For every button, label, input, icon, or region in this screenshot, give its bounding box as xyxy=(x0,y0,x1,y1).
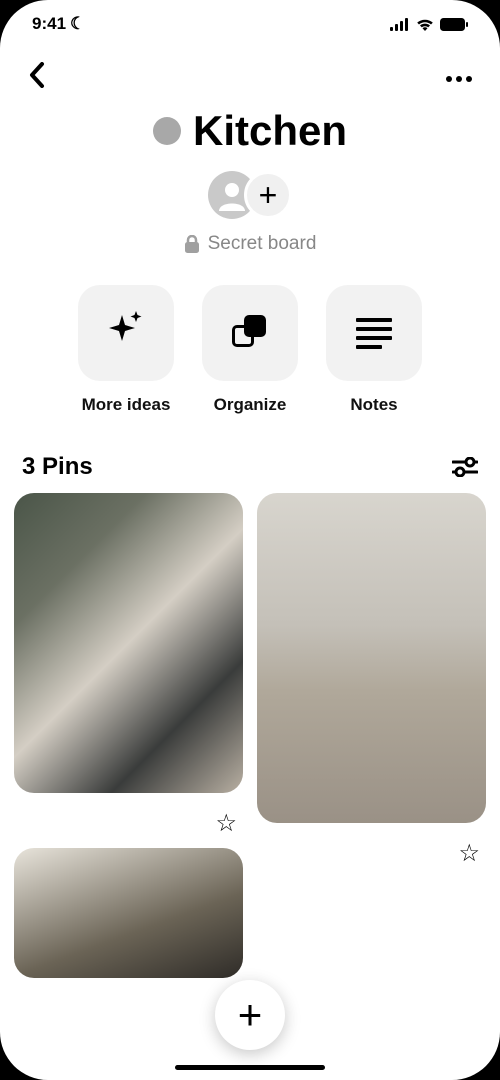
notes-action[interactable]: Notes xyxy=(326,285,422,415)
more-ideas-action[interactable]: More ideas xyxy=(78,285,174,415)
pin-image xyxy=(14,848,243,978)
dot-icon xyxy=(446,76,452,82)
pin-card[interactable] xyxy=(257,493,486,823)
organize-icon xyxy=(232,315,268,351)
pin-footer: ☆ xyxy=(257,831,486,870)
more-options-button[interactable] xyxy=(446,76,472,82)
pin-card[interactable] xyxy=(14,493,243,793)
lock-icon xyxy=(184,235,200,253)
status-right xyxy=(390,18,468,31)
nav-bar xyxy=(0,38,500,107)
pins-header: 3 Pins xyxy=(0,453,500,493)
favorite-button[interactable]: ☆ xyxy=(215,809,237,838)
add-collaborator-button[interactable]: + xyxy=(244,171,292,219)
pin-card[interactable] xyxy=(14,848,243,978)
more-ideas-box xyxy=(78,285,174,381)
star-icon: ☆ xyxy=(458,840,480,867)
board-header: Kitchen + Secret board xyxy=(0,107,500,285)
sparkle-icon xyxy=(106,309,146,358)
status-bar: 9:41 ☾ xyxy=(0,0,500,38)
pins-col-right: ☆ xyxy=(257,493,486,978)
pins-col-left: ☆ xyxy=(14,493,243,978)
notes-icon xyxy=(356,318,392,349)
battery-icon xyxy=(440,18,468,31)
wifi-icon xyxy=(416,18,434,31)
secret-board-label: Secret board xyxy=(20,233,480,255)
dot-icon xyxy=(466,76,472,82)
organize-label: Organize xyxy=(214,395,287,415)
board-title-text: Kitchen xyxy=(193,107,347,155)
status-time: 9:41 xyxy=(32,14,66,34)
collaborators-row: + xyxy=(20,171,480,219)
notes-label: Notes xyxy=(350,395,397,415)
organize-action[interactable]: Organize xyxy=(202,285,298,415)
moon-icon: ☾ xyxy=(70,14,85,34)
create-pin-button[interactable]: + xyxy=(215,980,285,1050)
dot-icon xyxy=(456,76,462,82)
signal-icon xyxy=(390,18,410,31)
secret-label-text: Secret board xyxy=(208,233,317,255)
pin-footer: ☆ xyxy=(14,801,243,840)
board-title: Kitchen xyxy=(20,107,480,155)
pins-grid: ☆ ☆ xyxy=(0,493,500,978)
home-indicator[interactable] xyxy=(175,1065,325,1070)
pin-image xyxy=(257,493,486,823)
status-left: 9:41 ☾ xyxy=(32,14,85,34)
board-indicator-icon xyxy=(153,117,181,145)
organize-box xyxy=(202,285,298,381)
pins-count-label: 3 Pins xyxy=(22,453,93,481)
star-icon: ☆ xyxy=(215,810,237,837)
notes-box xyxy=(326,285,422,381)
plus-icon: + xyxy=(259,177,278,214)
filter-button[interactable] xyxy=(452,457,478,477)
screen: 9:41 ☾ Kitchen xyxy=(0,0,500,1080)
back-button[interactable] xyxy=(28,62,46,95)
plus-icon: + xyxy=(238,991,263,1039)
more-ideas-label: More ideas xyxy=(82,395,171,415)
pin-image xyxy=(14,493,243,793)
board-actions: More ideas Organize Notes xyxy=(0,285,500,453)
favorite-button[interactable]: ☆ xyxy=(458,839,480,868)
